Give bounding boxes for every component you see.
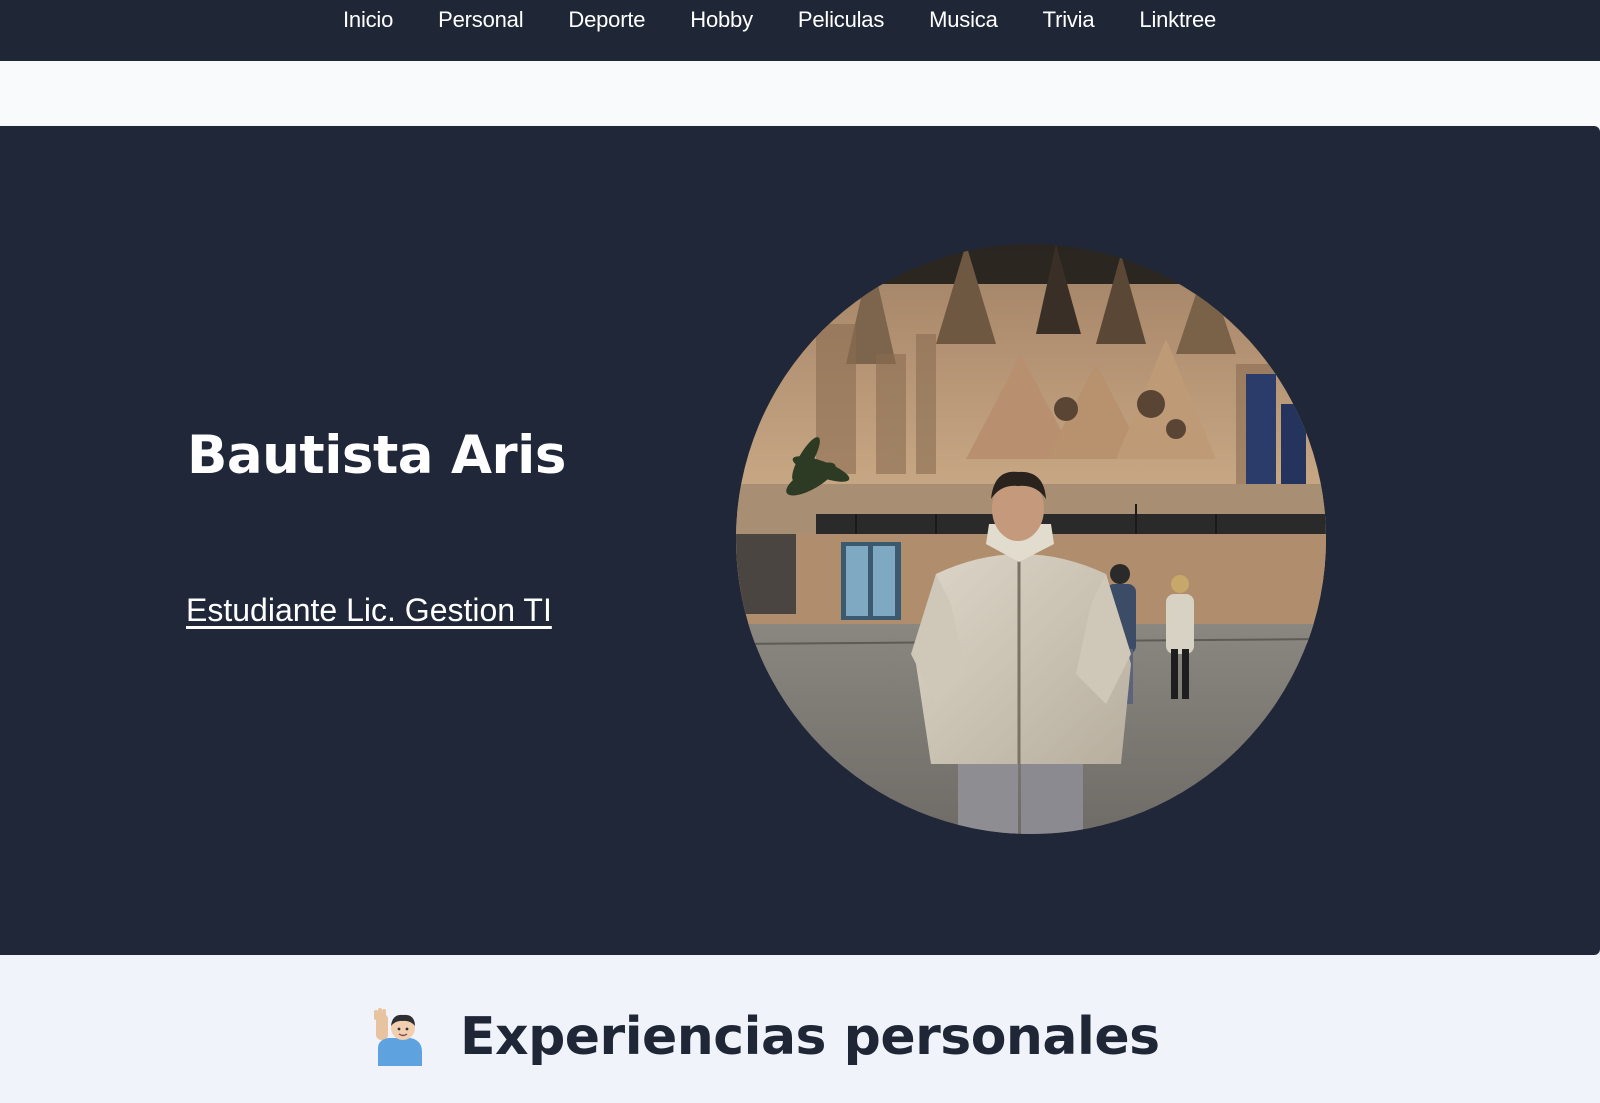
nav-item-personal[interactable]: Personal xyxy=(438,6,523,34)
nav-item-inicio[interactable]: Inicio xyxy=(343,6,393,34)
nav-item-peliculas[interactable]: Peliculas xyxy=(798,6,884,34)
nav-item-linktree[interactable]: Linktree xyxy=(1139,6,1216,34)
nav-item-trivia[interactable]: Trivia xyxy=(1043,6,1095,34)
person-raising-hand-icon xyxy=(374,1008,422,1066)
experiences-title: Experiencias personales xyxy=(460,1007,1160,1067)
hero-section: Bautista Aris Estudiante Lic. Gestion TI xyxy=(0,126,1600,955)
nav-list: Inicio Personal Deporte Hobby Peliculas … xyxy=(343,6,1216,34)
nav-item-hobby[interactable]: Hobby xyxy=(690,6,753,34)
nav-item-deporte[interactable]: Deporte xyxy=(568,6,645,34)
nav-item-musica[interactable]: Musica xyxy=(929,6,998,34)
hero-name: Bautista Aris xyxy=(187,425,566,486)
profile-photo xyxy=(736,244,1326,834)
top-navigation: Inicio Personal Deporte Hobby Peliculas … xyxy=(0,0,1600,61)
hero-role-link[interactable]: Estudiante Lic. Gestion TI xyxy=(186,590,552,630)
header-spacer xyxy=(0,61,1600,126)
experiences-heading: Experiencias personales xyxy=(370,1005,1160,1069)
